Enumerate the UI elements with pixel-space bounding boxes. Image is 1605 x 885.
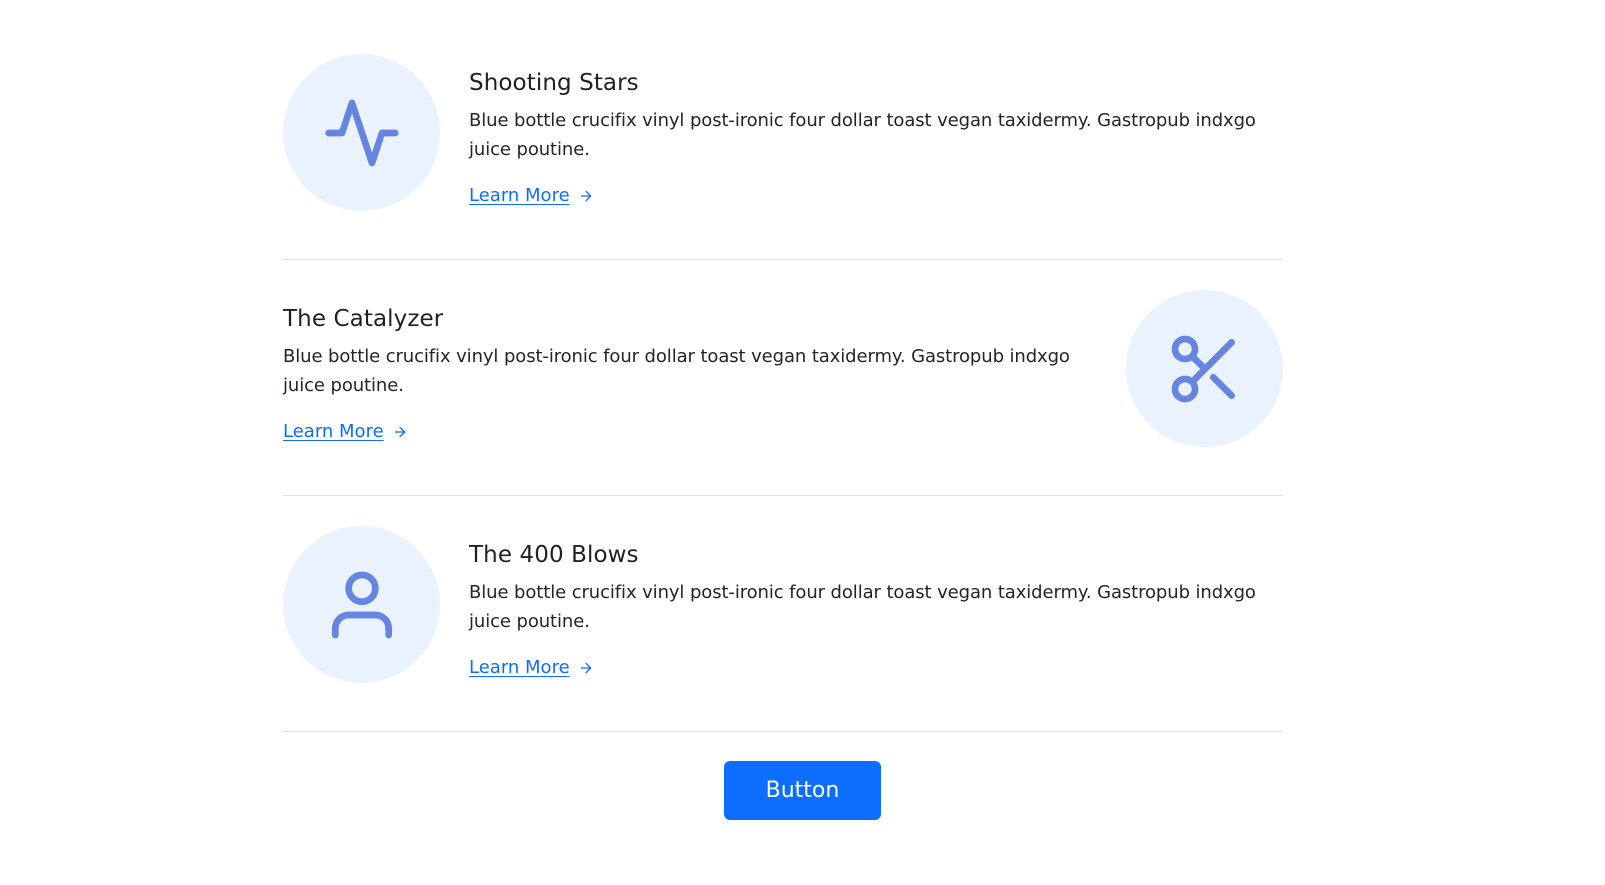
- feature-content: Shooting Stars Blue bottle crucifix viny…: [469, 68, 1283, 208]
- divider: [283, 731, 1283, 732]
- learn-more-link[interactable]: Learn More: [469, 184, 594, 208]
- scissors-icon: [1171, 335, 1235, 402]
- feature-title: The 400 Blows: [469, 542, 639, 568]
- learn-more-label: Learn More: [469, 657, 570, 678]
- user-icon: [331, 571, 392, 638]
- primary-button[interactable]: Button: [724, 761, 881, 820]
- feature-icon-circle: [283, 526, 440, 683]
- feature-description: Blue bottle crucifix vinyl post-ironic f…: [469, 582, 1256, 632]
- feature-content: The 400 Blows Blue bottle crucifix vinyl…: [469, 540, 1283, 680]
- arrow-right-icon: [580, 190, 591, 202]
- feature-icon-circle: [283, 54, 440, 211]
- learn-more-label: Learn More: [469, 185, 570, 206]
- learn-more-link[interactable]: Learn More: [283, 420, 408, 444]
- learn-more-label: Learn More: [283, 421, 384, 442]
- arrow-right-icon: [394, 426, 405, 438]
- feature-item-shooting-stars: Shooting Stars Blue bottle crucifix viny…: [283, 24, 1283, 260]
- feature-title: The Catalyzer: [283, 306, 444, 332]
- arrow-right-icon: [580, 662, 591, 674]
- feature-description: Blue bottle crucifix vinyl post-ironic f…: [469, 110, 1256, 160]
- feature-item-the-catalyzer: The Catalyzer Blue bottle crucifix vinyl…: [283, 260, 1283, 496]
- feature-icon-circle: [1126, 290, 1283, 447]
- feature-item-the-400-blows: The 400 Blows Blue bottle crucifix vinyl…: [283, 496, 1283, 732]
- learn-more-link[interactable]: Learn More: [469, 656, 594, 680]
- feature-title: Shooting Stars: [469, 70, 639, 96]
- button-row: Button: [0, 761, 1605, 820]
- feature-content: The Catalyzer Blue bottle crucifix vinyl…: [283, 304, 1097, 444]
- feature-description: Blue bottle crucifix vinyl post-ironic f…: [283, 346, 1070, 396]
- activity-pulse-icon: [324, 99, 399, 166]
